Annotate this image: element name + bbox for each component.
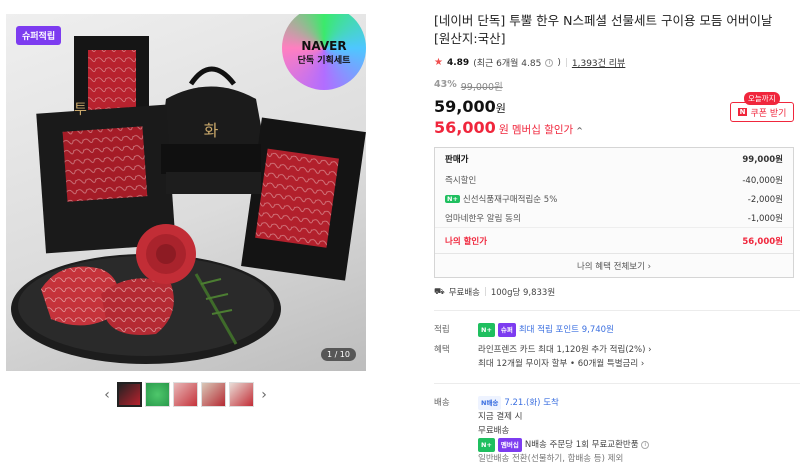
delivery-values: N배송 7.21.(화) 도착 지금 결제 시 무료배송 N+ 멤버십 N배송 주문당… [478, 396, 794, 466]
rating-score: 4.89 [446, 57, 470, 68]
naver-badge-line1: NAVER [301, 38, 347, 53]
naver-badge-line2: 단독 기획세트 [297, 55, 351, 66]
review-count-link[interactable]: 1,393건 리뷰 [572, 56, 625, 69]
npay-plus-tag: N+ [478, 438, 495, 452]
benefit-card-link[interactable]: 라인프렌즈 카드 최대 1,120원 추가 적립(2%) › [478, 343, 794, 357]
breakdown-row: 즉시할인 -40,000원 [435, 170, 793, 189]
coupon-area: 오늘까지 N 쿠폰 받기 [730, 92, 794, 122]
info-icon[interactable]: i [641, 440, 650, 449]
coupon-deadline-tag: 오늘까지 [744, 92, 780, 105]
thumbnail-1[interactable] [117, 382, 142, 407]
member-price-value: 56,000 [434, 118, 496, 137]
membership-tag: 멤버십 [497, 438, 522, 452]
super-points-badge: 슈퍼적립 [16, 26, 62, 45]
npay-plus-icon: N+ [445, 195, 460, 203]
delivery-line2: 무료배송 [478, 426, 510, 436]
thumbnail-3[interactable] [173, 382, 198, 407]
rating-detail-close: ) [557, 57, 561, 68]
delivery-line1: 지금 결제 시 [478, 412, 523, 422]
points-value-wrap: N+ 슈퍼 최대 적립 포인트 9,740원 [478, 323, 794, 337]
breakdown-row: N+ 신선식품재구매적립순 5% -2,000원 [435, 189, 793, 208]
divider-bar: | [483, 287, 487, 297]
discount-percent: 43% [434, 79, 457, 90]
thumbnail-strip: ‹ › [100, 382, 271, 407]
naver-n-icon: N [737, 108, 748, 116]
breakdown-value: 99,000원 [742, 155, 783, 165]
svg-text:화: 화 [204, 121, 219, 140]
breakdown-value: -1,000원 [747, 213, 783, 224]
product-title: [네이버 단독] 투뿔 한우 N스페셜 선물세트 구이용 모듬 어버이날 [원산… [434, 13, 773, 46]
points-key: 적립 [434, 325, 450, 335]
delivery-line4: 일반배송 전환(선물하기, 합배송 등) 제외 [478, 454, 624, 464]
delivery-line3: N배송 주문당 1회 무료교환반품 [524, 440, 639, 450]
breakdown-row: 엄마네한우 알림 동의 -1,000원 [435, 208, 793, 227]
benefit-installment-link[interactable]: 최대 12개월 무이자 할부 • 60개월 특별금리 › [478, 357, 794, 371]
section-divider [434, 310, 800, 311]
price-breakdown: 판매가 99,000원 즉시할인 -40,000원 N+ 신선식품재구매적립순 5… [434, 147, 794, 278]
points-value[interactable]: 최대 적립 포인트 9,740원 [519, 325, 614, 335]
original-price: 99,000원 [460, 82, 503, 93]
thumbnail-2[interactable] [145, 382, 170, 407]
benefit-key: 혜택 [434, 345, 450, 355]
main-product-image[interactable]: 화 투 슈퍼적립 NAVER 단독 기획세트 1 / 10 [6, 14, 366, 371]
shipping-label: 무료배송 [448, 288, 480, 298]
n-delivery-tag: N배송 [478, 396, 502, 410]
sale-price-unit: 원 [495, 102, 506, 115]
rating-row: ★ 4.89 (최근 6개월 4.85 i) | 1,393건 리뷰 [434, 56, 794, 69]
truck-icon: ⛟ [434, 286, 445, 297]
star-icon: ★ [434, 57, 443, 68]
super-tag: 슈퍼 [497, 323, 516, 337]
get-coupon-label: 쿠폰 받기 [750, 108, 787, 119]
get-coupon-button[interactable]: N 쿠폰 받기 [730, 102, 794, 122]
chevron-up-icon: ^ [576, 126, 583, 135]
breakdown-row: 판매가 99,000원 [435, 148, 793, 170]
points-row: 적립 N+ 슈퍼 최대 적립 포인트 9,740원 [434, 323, 794, 337]
breakdown-label: 엄마네한우 알림 동의 [445, 213, 521, 224]
info-icon[interactable]: i [545, 58, 554, 67]
breakdown-label: 판매가 [445, 155, 469, 165]
benefit-row: 혜택 라인프렌즈 카드 최대 1,120원 추가 적립(2%) › 최대 12개… [434, 343, 794, 371]
image-page-counter: 1 / 10 [320, 348, 356, 361]
npay-plus-tag: N+ [478, 323, 495, 337]
product-page: 화 투 슈퍼적립 NAVER 단독 기획세트 1 / 10 ‹ › [네이버 단… [0, 0, 800, 469]
product-info: [네이버 단독] 투뿔 한우 N스페셜 선물세트 구이용 모듬 어버이날 [원산… [434, 12, 800, 469]
breakdown-label: 즉시할인 [445, 175, 477, 186]
my-discount-value: 56,000원 [742, 236, 783, 247]
divider-bar: | [564, 57, 568, 68]
thumbnail-5[interactable] [229, 382, 254, 407]
breakdown-value: -40,000원 [742, 175, 783, 186]
discount-row: 43% 99,000원 [434, 79, 794, 93]
thumbnail-next-button[interactable]: › [257, 382, 271, 407]
breakdown-value: -2,000원 [747, 194, 783, 205]
thumbnail-prev-button[interactable]: ‹ [100, 382, 114, 407]
thumbnail-4[interactable] [201, 382, 226, 407]
unit-price: 100g당 9,833원 [490, 288, 556, 298]
rating-detail: (최근 6개월 4.85 [473, 59, 542, 69]
delivery-row: 배송 N배송 7.21.(화) 도착 지금 결제 시 무료배송 N+ 멤버십 N배송 … [434, 396, 794, 466]
delivery-key: 배송 [434, 398, 450, 408]
my-discount-label: 나의 할인가 [445, 236, 488, 247]
my-discount-row: 나의 할인가 56,000원 [435, 227, 793, 253]
breakdown-label: 신선식품재구매적립순 5% [462, 194, 558, 205]
view-all-benefits-button[interactable]: 나의 혜택 전체보기 › [435, 253, 793, 277]
arrival-date: 7.21.(화) 도착 [504, 398, 559, 408]
member-price-label: 멤버십 할인가 [511, 124, 574, 136]
shipping-row: ⛟ 무료배송 | 100g당 9,833원 [434, 286, 794, 299]
member-price-unit: 원 [498, 123, 509, 136]
benefit-values: 라인프렌즈 카드 최대 1,120원 추가 적립(2%) › 최대 12개월 무… [478, 343, 794, 371]
sale-price-value: 59,000 [434, 97, 496, 116]
section-divider [434, 383, 800, 384]
svg-text:투: 투 [74, 102, 87, 118]
